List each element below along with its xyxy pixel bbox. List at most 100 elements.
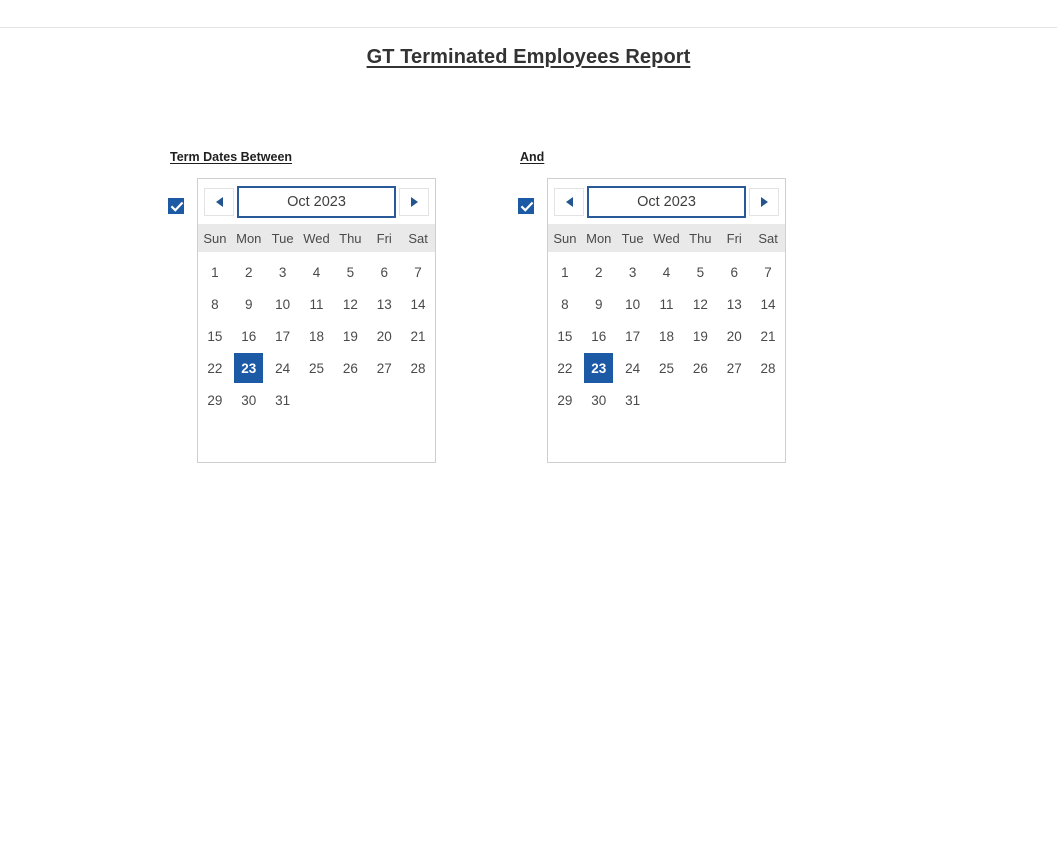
- day-cell[interactable]: 26: [333, 352, 367, 384]
- day-cell[interactable]: 30: [582, 384, 616, 416]
- day-cell[interactable]: 21: [751, 320, 785, 352]
- day-cell[interactable]: 18: [300, 320, 334, 352]
- day-number: 22: [207, 360, 223, 376]
- day-number: 23: [234, 353, 264, 383]
- day-cell[interactable]: 4: [300, 256, 334, 288]
- day-cell[interactable]: 3: [266, 256, 300, 288]
- day-cell[interactable]: 13: [367, 288, 401, 320]
- day-cell[interactable]: 31: [266, 384, 300, 416]
- day-cell[interactable]: 1: [548, 256, 582, 288]
- day-number: 30: [241, 392, 257, 408]
- day-cell[interactable]: 11: [650, 288, 684, 320]
- filter-row: Oct 2023 Sun Mon Tue Wed Thu Fri Sat 123…: [168, 178, 436, 463]
- day-number: 20: [726, 328, 742, 344]
- prev-month-button[interactable]: [554, 188, 584, 216]
- day-number: 21: [410, 328, 426, 344]
- day-number: 7: [414, 264, 422, 280]
- day-cell[interactable]: 5: [333, 256, 367, 288]
- day-number: 15: [207, 328, 223, 344]
- day-cell[interactable]: 6: [717, 256, 751, 288]
- day-cell[interactable]: 2: [232, 256, 266, 288]
- days-grid: 1 2 3 4 5 6 7 8 9 10 11 12 13 14 15 16 17 18 19 20 21 22 23 24 2…: [198, 256, 435, 416]
- day-cell[interactable]: 24: [266, 352, 300, 384]
- day-cell[interactable]: 18: [650, 320, 684, 352]
- day-cell[interactable]: 22: [548, 352, 582, 384]
- day-cell-selected[interactable]: 23: [232, 352, 266, 384]
- day-cell[interactable]: 17: [266, 320, 300, 352]
- day-number: 16: [241, 328, 257, 344]
- day-cell[interactable]: 10: [616, 288, 650, 320]
- day-cell[interactable]: 9: [232, 288, 266, 320]
- day-cell[interactable]: 25: [300, 352, 334, 384]
- day-cell[interactable]: 24: [616, 352, 650, 384]
- day-cell[interactable]: 19: [333, 320, 367, 352]
- day-cell[interactable]: 26: [683, 352, 717, 384]
- enable-term-dates-between-checkbox[interactable]: [168, 198, 184, 214]
- day-number: 26: [342, 360, 358, 376]
- day-cell[interactable]: 28: [401, 352, 435, 384]
- day-cell[interactable]: 10: [266, 288, 300, 320]
- day-number: 18: [308, 328, 324, 344]
- day-cell[interactable]: 16: [582, 320, 616, 352]
- calendar-and[interactable]: Oct 2023 Sun Mon Tue Wed Thu Fri Sat 123…: [547, 178, 786, 463]
- day-cell[interactable]: 29: [548, 384, 582, 416]
- day-cell[interactable]: 7: [751, 256, 785, 288]
- day-cell[interactable]: 5: [683, 256, 717, 288]
- calendar-header: Oct 2023: [198, 179, 435, 224]
- day-number: 2: [595, 264, 603, 280]
- day-cell[interactable]: 11: [300, 288, 334, 320]
- day-cell[interactable]: 8: [548, 288, 582, 320]
- day-cell[interactable]: 14: [751, 288, 785, 320]
- filter-label-term-dates-between: Term Dates Between: [170, 150, 293, 164]
- day-number: 3: [628, 264, 637, 280]
- calendar-term-dates-between[interactable]: Oct 2023 Sun Mon Tue Wed Thu Fri Sat 123…: [197, 178, 436, 463]
- day-cell[interactable]: 20: [717, 320, 751, 352]
- day-cell[interactable]: 12: [683, 288, 717, 320]
- day-number: 14: [410, 296, 426, 312]
- day-number: 18: [658, 328, 674, 344]
- next-month-button[interactable]: [749, 188, 779, 216]
- day-cell[interactable]: 8: [198, 288, 232, 320]
- month-year-display[interactable]: Oct 2023: [237, 186, 396, 218]
- month-year-display[interactable]: Oct 2023: [587, 186, 746, 218]
- next-month-button[interactable]: [399, 188, 429, 216]
- day-cell[interactable]: 2: [582, 256, 616, 288]
- day-name: Sun: [553, 230, 577, 246]
- day-cell[interactable]: 31: [616, 384, 650, 416]
- day-cell[interactable]: 29: [198, 384, 232, 416]
- day-cell[interactable]: 19: [683, 320, 717, 352]
- chevron-left-icon: [215, 197, 223, 207]
- day-of-week-header: Sun Mon Tue Wed Thu Fri Sat: [198, 224, 435, 252]
- day-cell[interactable]: 1: [198, 256, 232, 288]
- day-cell[interactable]: 27: [717, 352, 751, 384]
- day-number: 14: [760, 296, 776, 312]
- prev-month-button[interactable]: [204, 188, 234, 216]
- day-cell[interactable]: 17: [616, 320, 650, 352]
- day-cell[interactable]: 14: [401, 288, 435, 320]
- day-number: 12: [342, 296, 358, 312]
- day-cell[interactable]: 27: [367, 352, 401, 384]
- day-number: 9: [245, 296, 253, 312]
- day-cell[interactable]: 6: [367, 256, 401, 288]
- day-cell[interactable]: 21: [401, 320, 435, 352]
- day-cell[interactable]: 15: [198, 320, 232, 352]
- day-cell[interactable]: 9: [582, 288, 616, 320]
- enable-and-checkbox[interactable]: [518, 198, 534, 214]
- day-cell[interactable]: 3: [616, 256, 650, 288]
- day-cell-selected[interactable]: 23: [582, 352, 616, 384]
- day-name: Tue: [621, 230, 644, 246]
- day-cell[interactable]: 22: [198, 352, 232, 384]
- day-cell[interactable]: 28: [751, 352, 785, 384]
- day-number: 13: [376, 296, 392, 312]
- day-name: Wed: [303, 230, 330, 246]
- day-cell[interactable]: 12: [333, 288, 367, 320]
- day-cell[interactable]: 13: [717, 288, 751, 320]
- day-cell[interactable]: 15: [548, 320, 582, 352]
- day-cell[interactable]: 30: [232, 384, 266, 416]
- day-cell[interactable]: 25: [650, 352, 684, 384]
- day-cell[interactable]: 4: [650, 256, 684, 288]
- day-cell[interactable]: 7: [401, 256, 435, 288]
- day-cell[interactable]: 20: [367, 320, 401, 352]
- day-cell[interactable]: 16: [232, 320, 266, 352]
- day-number: 8: [211, 296, 219, 312]
